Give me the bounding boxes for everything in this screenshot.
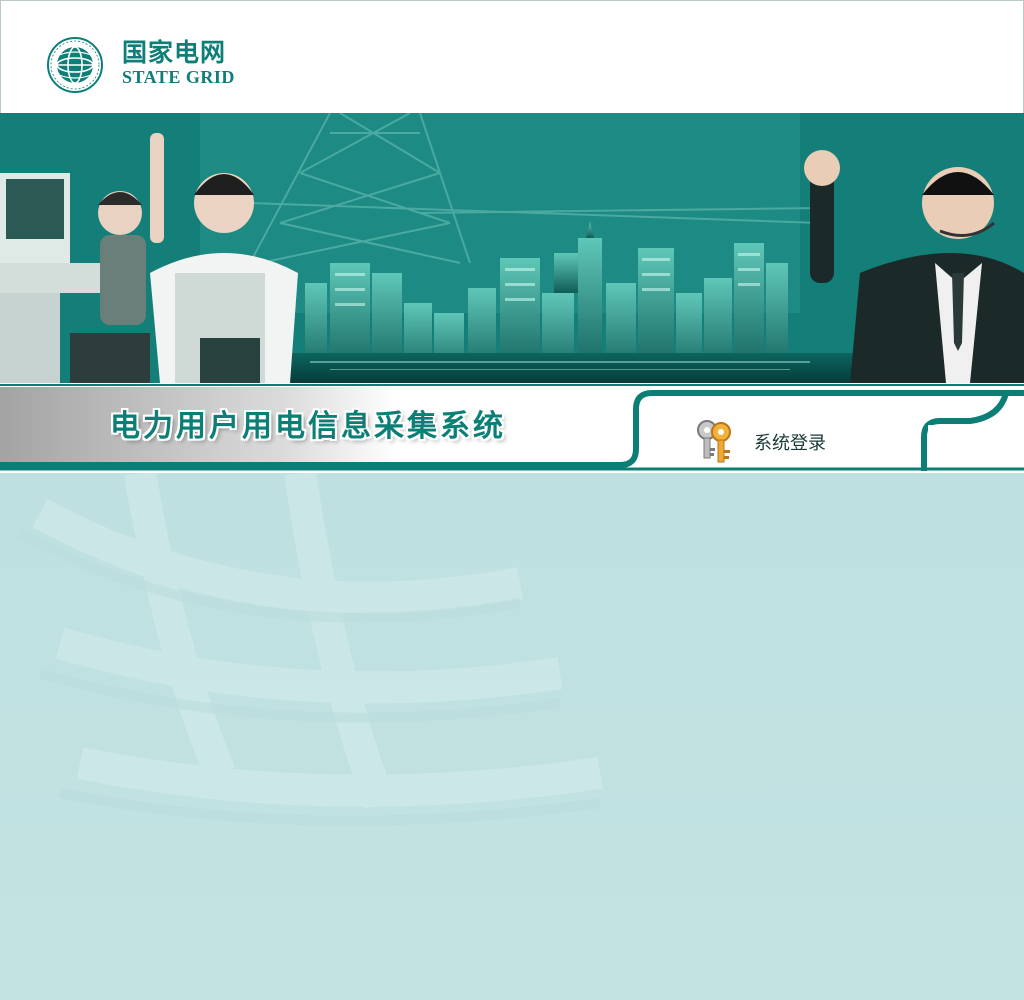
header: 国家电网 STATE GRID	[0, 0, 1024, 113]
state-grid-logo-icon	[47, 37, 103, 93]
brand-name-en: STATE GRID	[122, 67, 235, 87]
main-area	[0, 473, 1024, 1000]
system-login-button[interactable]: 系统登录	[694, 418, 854, 468]
banner-image	[0, 113, 1024, 383]
system-title: 电力用户用电信息采集系统	[110, 409, 506, 444]
globe-watermark	[0, 473, 1024, 1000]
login-label: 系统登录	[754, 433, 826, 454]
banner-illustration	[0, 113, 1024, 383]
brand-name-cn: 国家电网	[122, 38, 227, 67]
keys-icon	[697, 420, 731, 463]
